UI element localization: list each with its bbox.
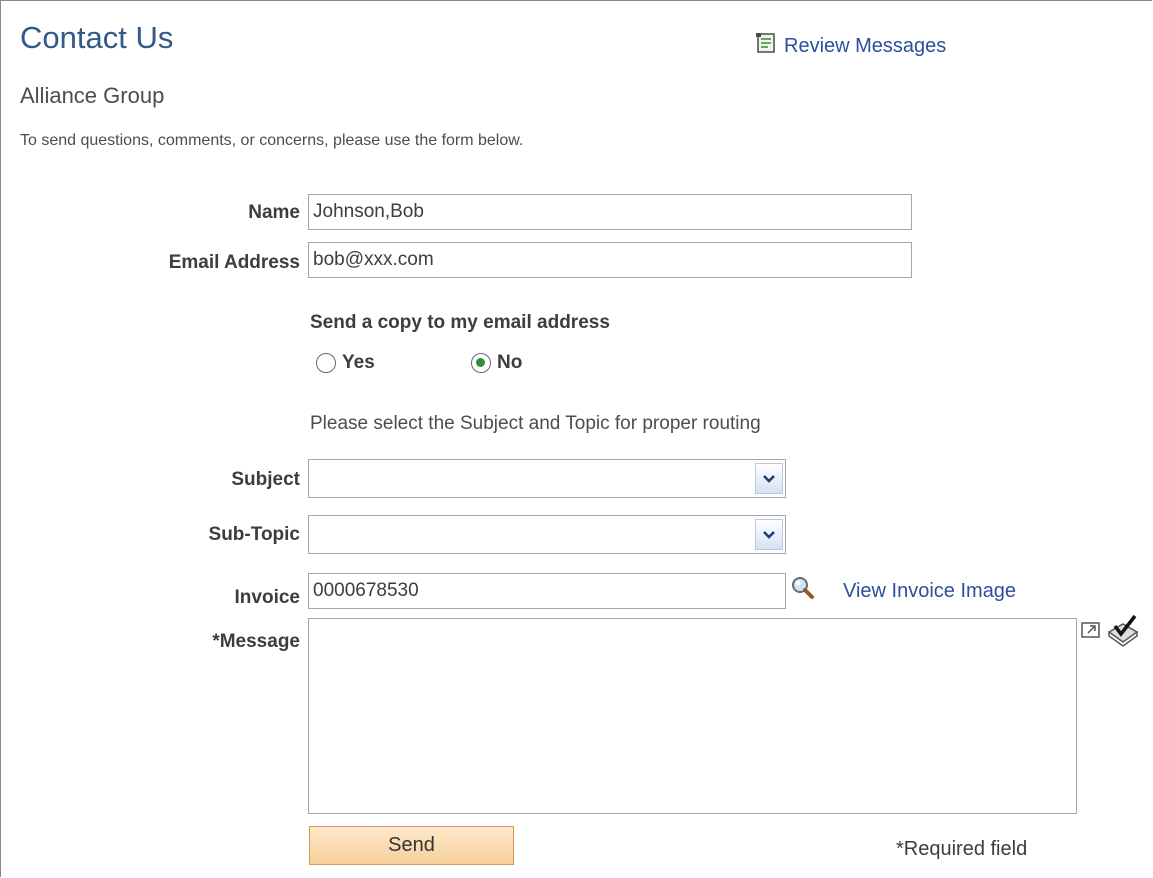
- subtopic-select[interactable]: [308, 515, 786, 554]
- review-messages-link[interactable]: Review Messages: [754, 32, 946, 60]
- routing-instructions: Please select the Subject and Topic for …: [310, 413, 761, 434]
- subject-label: Subject: [231, 469, 300, 490]
- subject-select[interactable]: [308, 459, 786, 498]
- chevron-down-icon: [763, 474, 775, 483]
- email-label: Email Address: [168, 252, 300, 273]
- view-invoice-image-link[interactable]: View Invoice Image: [843, 580, 1016, 603]
- spellcheck-icon[interactable]: [1105, 614, 1141, 653]
- required-field-note: *Required field: [896, 838, 1028, 860]
- group-subtitle: Alliance Group: [20, 83, 165, 108]
- invoice-label: Invoice: [234, 587, 300, 608]
- radio-yes[interactable]: Yes: [316, 352, 375, 374]
- name-label: Name: [248, 202, 300, 223]
- radio-no-circle[interactable]: [471, 353, 491, 373]
- instructions-text: To send questions, comments, or concerns…: [20, 132, 524, 149]
- subject-dropdown-button[interactable]: [755, 463, 783, 494]
- subtopic-dropdown-button[interactable]: [755, 519, 783, 550]
- send-copy-label: Send a copy to my email address: [310, 312, 610, 333]
- popup-expand-icon[interactable]: [1080, 620, 1102, 645]
- notepad-icon: [754, 32, 780, 60]
- name-field[interactable]: Johnson,Bob: [308, 194, 912, 230]
- email-field[interactable]: bob@xxx.com: [308, 242, 912, 278]
- radio-yes-label: Yes: [342, 352, 375, 373]
- message-label: *Message: [212, 631, 300, 652]
- magnifier-icon[interactable]: [789, 575, 817, 606]
- review-messages-label: Review Messages: [784, 34, 947, 57]
- message-textarea[interactable]: [308, 618, 1077, 814]
- chevron-down-icon: [763, 530, 775, 539]
- radio-no-label: No: [497, 352, 523, 373]
- page-title: Contact Us: [20, 20, 174, 55]
- subtopic-label: Sub-Topic: [208, 524, 300, 545]
- invoice-field[interactable]: 0000678530: [308, 573, 786, 609]
- radio-no[interactable]: No: [471, 352, 522, 374]
- radio-yes-circle[interactable]: [316, 353, 336, 373]
- send-button[interactable]: Send: [309, 826, 514, 865]
